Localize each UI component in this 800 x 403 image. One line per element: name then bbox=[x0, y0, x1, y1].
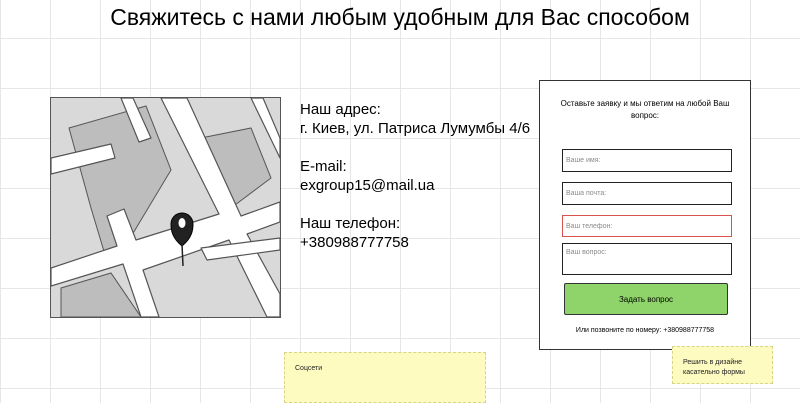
sticky-note-design-text: Решить в дизайне касательно формы bbox=[683, 359, 745, 376]
call-text: Или позвоните по номеру: +380988777758 bbox=[575, 327, 715, 334]
phone-block: Наш телефон: +380988777758 bbox=[300, 214, 532, 252]
phone-value[interactable]: +380988777758 bbox=[300, 233, 532, 252]
question-field[interactable] bbox=[562, 243, 732, 275]
phone-label: Наш телефон: bbox=[300, 215, 401, 232]
email-value[interactable]: exgroup15@mail.ua bbox=[300, 176, 532, 195]
form-heading: Оставьте заявку и мы ответим на любой Ва… bbox=[560, 99, 730, 120]
page-title: Свяжитесь с нами любым удобным для Вас с… bbox=[110, 4, 690, 30]
phone-field[interactable] bbox=[562, 215, 732, 237]
submit-button[interactable]: Задать вопрос bbox=[564, 283, 728, 315]
address-block: Наш адрес: г. Киев, ул. Патриса Лумумбы … bbox=[300, 100, 532, 138]
address-value: г. Киев, ул. Патриса Лумумбы 4/6 bbox=[300, 120, 531, 137]
sticky-note-socials: Соцсети bbox=[284, 352, 486, 403]
contact-form: Оставьте заявку и мы ответим на любой Ва… bbox=[539, 80, 751, 350]
email-label: E-mail: bbox=[300, 158, 347, 175]
sticky-note-socials-text: Соцсети bbox=[295, 365, 323, 372]
name-field[interactable] bbox=[562, 149, 732, 172]
address-label: Наш адрес: bbox=[300, 101, 381, 118]
sticky-note-design: Решить в дизайне касательно формы bbox=[672, 346, 773, 384]
email-field[interactable] bbox=[562, 182, 732, 205]
map[interactable] bbox=[50, 97, 281, 318]
contact-info: Наш адрес: г. Киев, ул. Патриса Лумумбы … bbox=[300, 100, 532, 271]
email-block: E-mail: exgroup15@mail.ua bbox=[300, 157, 532, 195]
map-graphic bbox=[51, 98, 280, 317]
